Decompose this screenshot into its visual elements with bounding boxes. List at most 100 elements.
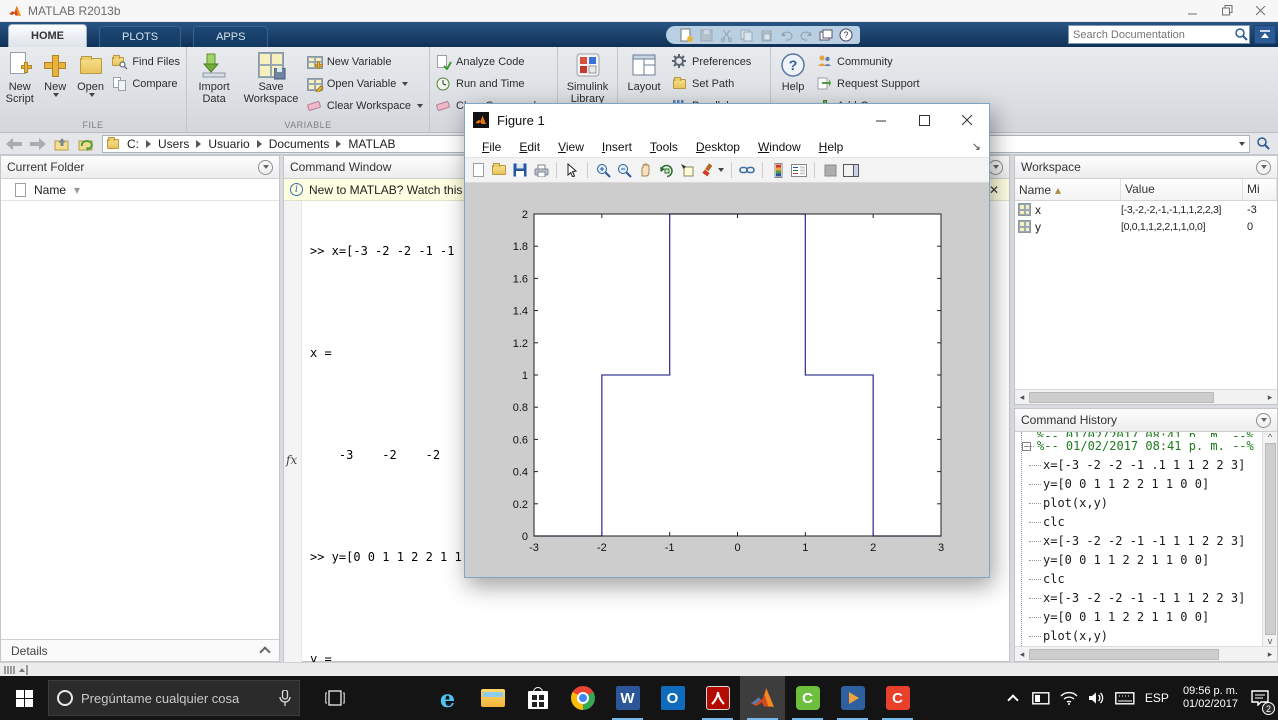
panel-menu-button[interactable]	[258, 159, 273, 175]
minimize-button[interactable]	[1176, 0, 1210, 22]
scroll-right-icon[interactable]: ▸	[1263, 649, 1277, 660]
tab-home[interactable]: HOME	[8, 24, 87, 47]
action-center-button[interactable]: 2	[1248, 683, 1275, 715]
breadcrumb-item[interactable]: C:	[125, 137, 141, 151]
scroll-right-icon[interactable]: ▸	[1263, 392, 1277, 403]
request-support-button[interactable]: Request Support	[817, 76, 920, 92]
cut-icon[interactable]	[718, 28, 734, 42]
collapse-ribbon-button[interactable]	[1254, 25, 1276, 44]
workspace-name-column[interactable]: Name ▴	[1015, 179, 1121, 200]
workspace-row[interactable]: y [0,0,1,1,2,2,1,1,0,0] 0	[1015, 218, 1277, 235]
cortana-search-box[interactable]: Pregúntame cualquier cosa	[48, 680, 300, 716]
tablet-mode-icon[interactable]	[1029, 683, 1053, 713]
history-entry[interactable]: y=[0 0 1 1 2 2 1 1 0 0]	[1023, 608, 1262, 627]
history-entry[interactable]: plot(x,y)	[1023, 627, 1262, 646]
find-files-button[interactable]: Find Files	[112, 54, 180, 70]
taskbar-clock[interactable]: 09:56 p. m. 01/02/2017	[1177, 685, 1244, 711]
taskbar-app-recorder[interactable]: C	[875, 676, 920, 720]
console-text[interactable]: >> x=[-3 -2 -2 -1 -1 x = -3 -2 -2 >> y=[…	[302, 201, 462, 720]
menu-help[interactable]: Help	[810, 140, 853, 154]
address-dropdown-caret-icon[interactable]	[1239, 141, 1245, 146]
scrollbar-thumb[interactable]	[1264, 443, 1276, 635]
workspace-horizontal-scrollbar[interactable]: ◂ ▸	[1015, 389, 1277, 405]
brush-data-button[interactable]	[699, 161, 725, 179]
new-figure-button[interactable]	[469, 161, 487, 179]
insert-legend-button[interactable]	[790, 161, 808, 179]
scrollbar-thumb[interactable]	[1029, 648, 1219, 660]
panel-menu-button[interactable]	[1256, 412, 1271, 428]
tab-apps[interactable]: APPS	[193, 26, 269, 47]
search-icon[interactable]	[1234, 27, 1249, 42]
back-button[interactable]	[4, 135, 24, 153]
figure-minimize-button[interactable]	[860, 104, 903, 136]
workspace-variable-list[interactable]: x [-3,-2,-2,-1,-1,1,1,2,2,3] -3 y [0,0,1…	[1015, 201, 1277, 389]
workspace-value-column[interactable]: Value	[1121, 179, 1243, 200]
task-view-button[interactable]	[312, 676, 357, 720]
taskbar-app-adobe-reader[interactable]	[695, 676, 740, 720]
history-entry[interactable]: clc	[1023, 570, 1262, 589]
command-history-list[interactable]: %-- 01/02/2017 08:41 p. m. --% −%-- 01/0…	[1015, 432, 1262, 646]
menu-edit[interactable]: Edit	[510, 140, 549, 154]
menu-insert[interactable]: Insert	[593, 140, 641, 154]
help-icon[interactable]: ?	[838, 28, 854, 42]
undo-icon[interactable]	[778, 28, 794, 42]
details-bar[interactable]: Details	[1, 639, 279, 661]
open-variable-button[interactable]: Open Variable	[306, 76, 423, 92]
menu-window[interactable]: Window	[749, 140, 810, 154]
menu-file[interactable]: File	[473, 140, 510, 154]
breadcrumb-item[interactable]: Users	[156, 137, 191, 151]
search-folder-button[interactable]	[1253, 135, 1273, 153]
breadcrumb-item[interactable]: Documents	[267, 137, 332, 151]
new-script-button[interactable]: New Script	[4, 50, 35, 120]
zoom-in-button[interactable]	[594, 161, 612, 179]
taskbar-app-matlab[interactable]	[740, 676, 785, 720]
new-variable-button[interactable]: New Variable	[306, 54, 423, 70]
search-documentation-input[interactable]	[1069, 28, 1234, 41]
search-documentation-box[interactable]	[1068, 25, 1250, 44]
open-button[interactable]: Open	[75, 50, 106, 120]
run-and-time-button[interactable]: Run and Time	[436, 76, 554, 92]
data-cursor-button[interactable]	[678, 161, 696, 179]
scroll-left-icon[interactable]: ◂	[1015, 649, 1029, 660]
panel-menu-button[interactable]	[988, 159, 1003, 175]
menu-view[interactable]: View	[549, 140, 593, 154]
current-folder-file-list[interactable]	[1, 201, 279, 639]
history-vertical-scrollbar[interactable]: ^ v	[1262, 432, 1277, 646]
scrollbar-thumb[interactable]	[1029, 391, 1214, 403]
clear-workspace-button[interactable]: Clear Workspace	[306, 98, 423, 114]
breadcrumb-item[interactable]: Usuario	[206, 137, 251, 151]
insert-colorbar-button[interactable]	[769, 161, 787, 179]
figure-maximize-button[interactable]	[903, 104, 946, 136]
restore-button[interactable]	[1210, 0, 1244, 22]
show-plot-tools-button[interactable]	[842, 161, 860, 179]
scroll-left-icon[interactable]: ◂	[1015, 392, 1029, 403]
history-entry[interactable]: x=[-3 -2 -2 -1 -1 1 1 2 2 3]	[1023, 589, 1262, 608]
scroll-down-icon[interactable]: v	[1263, 636, 1277, 646]
wifi-icon[interactable]	[1057, 683, 1081, 713]
taskbar-app-file-explorer[interactable]	[470, 676, 515, 720]
history-horizontal-scrollbar[interactable]: ◂ ▸	[1015, 646, 1277, 661]
start-button[interactable]	[0, 676, 48, 720]
open-file-button[interactable]	[490, 161, 508, 179]
history-entry[interactable]: y=[0 0 1 1 2 2 1 1 0 0]	[1023, 551, 1262, 570]
panel-menu-button[interactable]	[1256, 159, 1271, 175]
paste-icon[interactable]	[758, 28, 774, 42]
history-entry[interactable]: x=[-3 -2 -2 -1 -1 1 1 2 2 3]	[1023, 532, 1262, 551]
figure-close-button[interactable]	[946, 104, 989, 136]
workspace-min-column[interactable]: Mi	[1243, 179, 1277, 200]
set-path-button[interactable]: Set Path	[672, 76, 751, 92]
community-button[interactable]: Community	[817, 54, 920, 70]
history-entry[interactable]: y=[0 0 1 1 2 2 1 1 0 0]	[1023, 475, 1262, 494]
menu-desktop[interactable]: Desktop	[687, 140, 749, 154]
up-one-level-button[interactable]	[52, 135, 72, 153]
tab-plots[interactable]: PLOTS	[99, 26, 182, 47]
edit-plot-button[interactable]	[563, 161, 581, 179]
link-plot-button[interactable]	[738, 161, 756, 179]
taskbar-app-chrome[interactable]	[560, 676, 605, 720]
figure-titlebar[interactable]: Figure 1	[465, 104, 989, 136]
import-data-button[interactable]: Import Data	[191, 50, 237, 120]
fx-indicator[interactable]: fx	[286, 453, 297, 467]
touch-keyboard-icon[interactable]	[1113, 683, 1137, 713]
save-workspace-button[interactable]: Save Workspace	[241, 50, 301, 120]
close-button[interactable]	[1244, 0, 1278, 22]
